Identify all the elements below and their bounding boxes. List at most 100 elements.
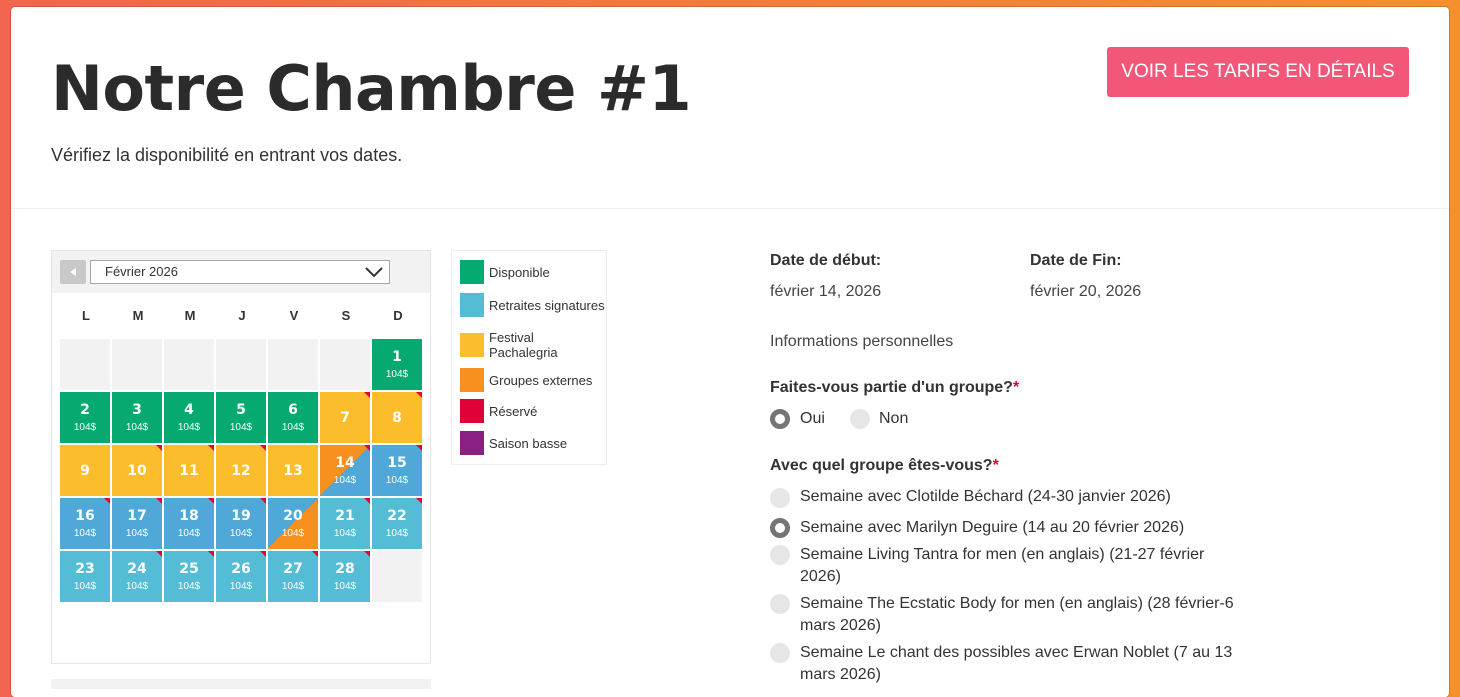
day-flag-marker bbox=[260, 551, 266, 557]
month-select-value: Février 2026 bbox=[105, 264, 178, 279]
day-number: 15 bbox=[387, 455, 407, 471]
day-flag-marker bbox=[416, 498, 422, 504]
day-flag-marker bbox=[416, 392, 422, 398]
calendar-day[interactable]: 15 104$ bbox=[372, 445, 422, 496]
calendar-day[interactable]: 6 104$ bbox=[268, 392, 318, 443]
legend-swatch bbox=[460, 260, 484, 284]
calendar-day[interactable]: 21 104$ bbox=[320, 498, 370, 549]
calendar-header: Février 2026 bbox=[52, 251, 430, 293]
radio-group-option[interactable] bbox=[770, 643, 790, 663]
group-question-label: Faites-vous partie d'un groupe?* bbox=[770, 379, 1019, 397]
header-divider bbox=[11, 208, 1449, 209]
radio-group-option[interactable] bbox=[770, 594, 790, 614]
day-flag-marker bbox=[104, 498, 110, 504]
end-date-label: Date de Fin: bbox=[1030, 252, 1122, 269]
calendar-day[interactable]: 23 104$ bbox=[60, 551, 110, 602]
calendar-day[interactable]: 1 104$ bbox=[372, 339, 422, 390]
calendar-day[interactable]: 20 104$ bbox=[268, 498, 318, 549]
legend-label: Festival Pachalegria bbox=[489, 330, 558, 360]
calendar-day[interactable]: 28 104$ bbox=[320, 551, 370, 602]
calendar-day[interactable]: 7 bbox=[320, 392, 370, 443]
month-select[interactable]: Février 2026 bbox=[90, 260, 390, 284]
calendar-day[interactable]: 12 bbox=[216, 445, 266, 496]
calendar-empty-cell bbox=[60, 339, 110, 390]
calendar-day[interactable]: 8 bbox=[372, 392, 422, 443]
prev-month-button[interactable] bbox=[60, 260, 86, 284]
day-number: 24 bbox=[127, 561, 147, 577]
day-price: 104$ bbox=[385, 369, 409, 380]
calendar-day[interactable]: 25 104$ bbox=[164, 551, 214, 602]
radio-group-oui[interactable] bbox=[770, 409, 790, 429]
required-mark: * bbox=[1012, 379, 1020, 396]
day-flag-marker bbox=[156, 445, 162, 451]
calendar-day[interactable]: 16 104$ bbox=[60, 498, 110, 549]
day-price: 104$ bbox=[333, 475, 357, 486]
radio-group-oui-label[interactable]: Oui bbox=[800, 408, 825, 430]
day-number: 9 bbox=[80, 463, 90, 479]
calendar-day[interactable]: 26 104$ bbox=[216, 551, 266, 602]
calendar-empty-cell bbox=[216, 339, 266, 390]
day-number: 2 bbox=[80, 402, 90, 418]
radio-group-non-label[interactable]: Non bbox=[879, 408, 908, 430]
day-number: 28 bbox=[335, 561, 355, 577]
day-number: 1 bbox=[392, 349, 402, 365]
day-number: 22 bbox=[387, 508, 407, 524]
legend-label: Saison basse bbox=[489, 435, 568, 451]
day-price: 104$ bbox=[125, 528, 149, 539]
legend-label: Groupes externes bbox=[489, 372, 593, 388]
day-price: 104$ bbox=[281, 581, 305, 592]
day-flag-marker bbox=[260, 498, 266, 504]
weekday-label: L bbox=[82, 308, 90, 323]
calendar-day[interactable]: 18 104$ bbox=[164, 498, 214, 549]
legend-swatch bbox=[460, 293, 484, 317]
group-option-label[interactable]: Semaine avec Clotilde Béchard (24-30 jan… bbox=[800, 486, 1260, 508]
weekday-label: S bbox=[341, 308, 351, 323]
day-flag-marker bbox=[156, 498, 162, 504]
day-flag-marker bbox=[156, 551, 162, 557]
calendar-day[interactable]: 3 104$ bbox=[112, 392, 162, 443]
calendar-day[interactable]: 22 104$ bbox=[372, 498, 422, 549]
calendar-day[interactable]: 24 104$ bbox=[112, 551, 162, 602]
page-title: Notre Chambre #1 bbox=[51, 52, 692, 125]
radio-group-option[interactable] bbox=[770, 488, 790, 508]
day-flag-marker bbox=[208, 498, 214, 504]
day-number: 13 bbox=[283, 463, 303, 479]
legend-swatch bbox=[460, 333, 484, 357]
calendar-day[interactable]: 17 104$ bbox=[112, 498, 162, 549]
calendar-empty-cell bbox=[372, 551, 422, 602]
group-option-label[interactable]: Semaine avec Marilyn Deguire (14 au 20 f… bbox=[800, 517, 1260, 539]
calendar-day[interactable]: 27 104$ bbox=[268, 551, 318, 602]
calendar-empty-cell bbox=[164, 339, 214, 390]
day-number: 23 bbox=[75, 561, 95, 577]
day-flag-marker bbox=[364, 498, 370, 504]
group-option-label[interactable]: Semaine Living Tantra for men (en anglai… bbox=[800, 544, 1240, 588]
calendar-empty-cell bbox=[268, 339, 318, 390]
radio-group-option[interactable] bbox=[770, 545, 790, 565]
calendar-day[interactable]: 5 104$ bbox=[216, 392, 266, 443]
personal-info-heading: Informations personnelles bbox=[770, 333, 954, 350]
calendar-day[interactable]: 19 104$ bbox=[216, 498, 266, 549]
day-price: 104$ bbox=[125, 581, 149, 592]
day-flag-marker bbox=[364, 445, 370, 451]
calendar-day[interactable]: 4 104$ bbox=[164, 392, 214, 443]
calendar-day[interactable]: 9 bbox=[60, 445, 110, 496]
day-flag-marker bbox=[364, 551, 370, 557]
calendar-day[interactable]: 10 bbox=[112, 445, 162, 496]
calendar-day[interactable]: 13 bbox=[268, 445, 318, 496]
day-price: 104$ bbox=[229, 528, 253, 539]
group-option-label[interactable]: Semaine Le chant des possibles avec Erwa… bbox=[800, 642, 1250, 686]
day-number: 19 bbox=[231, 508, 251, 524]
calendar-day[interactable]: 14 104$ bbox=[320, 445, 370, 496]
radio-group-option[interactable] bbox=[770, 518, 790, 538]
legend-swatch bbox=[460, 399, 484, 423]
day-price: 104$ bbox=[281, 528, 305, 539]
day-price: 104$ bbox=[385, 475, 409, 486]
radio-group-non[interactable] bbox=[850, 409, 870, 429]
calendar-day[interactable]: 2 104$ bbox=[60, 392, 110, 443]
calendar-day[interactable]: 11 bbox=[164, 445, 214, 496]
calendar-footer bbox=[51, 679, 431, 689]
legend-label: Disponible bbox=[489, 264, 550, 280]
group-option-label[interactable]: Semaine The Ecstatic Body for men (en an… bbox=[800, 593, 1260, 637]
view-rates-button[interactable]: VOIR LES TARIFS EN DÉTAILS bbox=[1107, 47, 1409, 97]
day-number: 5 bbox=[236, 402, 246, 418]
